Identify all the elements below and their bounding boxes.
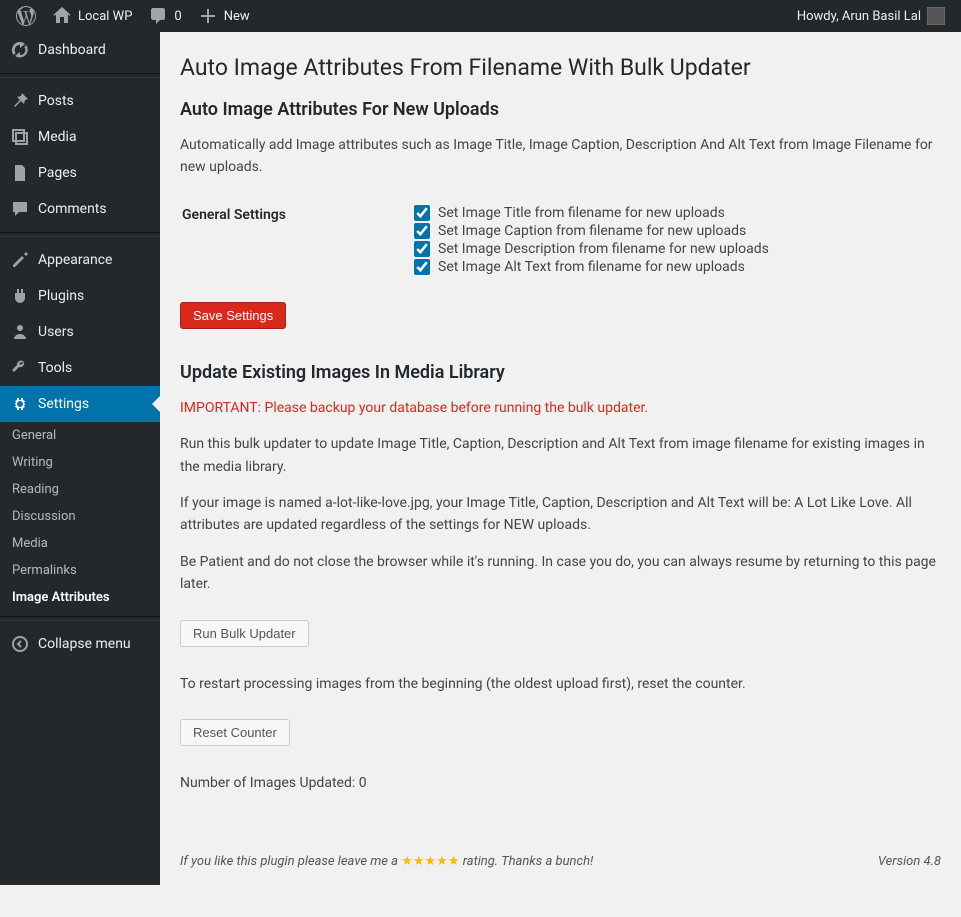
plugin-icon — [10, 286, 30, 306]
general-settings-label: General Settings — [182, 195, 402, 285]
users-icon — [10, 322, 30, 342]
collapse-menu[interactable]: Collapse menu — [0, 626, 160, 662]
comment-icon — [148, 6, 168, 26]
option-title[interactable]: Set Image Title from filename for new up… — [414, 205, 929, 221]
menu-separator — [0, 73, 160, 78]
menu-separator — [0, 232, 160, 237]
settings-icon — [10, 394, 30, 414]
general-settings-table: General Settings Set Image Title from fi… — [180, 193, 941, 287]
menu-users[interactable]: Users — [0, 314, 160, 350]
home-icon — [52, 6, 72, 26]
site-name: Local WP — [78, 9, 132, 24]
checkbox-description[interactable] — [414, 241, 430, 257]
reset-desc: To restart processing images from the be… — [180, 673, 941, 695]
wordpress-icon — [16, 6, 36, 26]
sub-permalinks[interactable]: Permalinks — [0, 557, 160, 584]
save-settings-button[interactable]: Save Settings — [180, 302, 286, 329]
menu-dashboard[interactable]: Dashboard — [0, 32, 160, 68]
tools-icon — [10, 358, 30, 378]
comments-icon — [10, 199, 30, 219]
admin-toolbar: Local WP 0 New Howdy, Arun Basil Lal — [0, 0, 961, 32]
footer-thanks: If you like this plugin please leave me … — [180, 854, 593, 869]
collapse-icon — [10, 634, 30, 654]
sub-discussion[interactable]: Discussion — [0, 503, 160, 530]
avatar-icon — [927, 7, 945, 25]
section-bulk-title: Update Existing Images In Media Library — [180, 362, 941, 383]
pin-icon — [10, 91, 30, 111]
footer-version: Version 4.8 — [878, 854, 941, 869]
reset-counter-button[interactable]: Reset Counter — [180, 719, 290, 746]
pages-icon — [10, 163, 30, 183]
site-name-link[interactable]: Local WP — [44, 0, 140, 32]
checkbox-alt-text[interactable] — [414, 259, 430, 275]
sub-image-attributes[interactable]: Image Attributes — [0, 584, 160, 611]
sub-general[interactable]: General — [0, 422, 160, 449]
sub-media[interactable]: Media — [0, 530, 160, 557]
sub-reading[interactable]: Reading — [0, 476, 160, 503]
new-label: New — [224, 9, 250, 24]
menu-tools[interactable]: Tools — [0, 350, 160, 386]
comments-count: 0 — [174, 9, 181, 24]
menu-comments[interactable]: Comments — [0, 191, 160, 227]
my-account-link[interactable]: Howdy, Arun Basil Lal — [789, 0, 953, 32]
menu-appearance[interactable]: Appearance — [0, 242, 160, 278]
main-content: Auto Image Attributes From Filename With… — [160, 32, 961, 885]
media-icon — [10, 127, 30, 147]
menu-separator — [0, 616, 160, 621]
bulk-desc-2: If your image is named a-lot-like-love.j… — [180, 492, 941, 537]
menu-settings[interactable]: Settings — [0, 386, 160, 422]
option-description[interactable]: Set Image Description from filename for … — [414, 241, 929, 257]
checkbox-title[interactable] — [414, 205, 430, 221]
admin-sidebar: Dashboard Posts Media Pages Comments App… — [0, 32, 160, 885]
new-content-link[interactable]: New — [190, 0, 258, 32]
menu-posts[interactable]: Posts — [0, 83, 160, 119]
stars-icon: ★★★★★ — [401, 854, 459, 869]
option-alt-text[interactable]: Set Image Alt Text from filename for new… — [414, 259, 929, 275]
rating-link[interactable]: ★★★★★ — [401, 854, 459, 869]
section-new-uploads-desc: Automatically add Image attributes such … — [180, 134, 941, 179]
appearance-icon — [10, 250, 30, 270]
menu-media[interactable]: Media — [0, 119, 160, 155]
plus-icon — [198, 6, 218, 26]
page-title: Auto Image Attributes From Filename With… — [180, 54, 941, 81]
menu-pages[interactable]: Pages — [0, 155, 160, 191]
images-updated-count: Number of Images Updated: 0 — [180, 772, 941, 794]
wp-logo[interactable] — [8, 0, 44, 32]
bulk-desc-1: Run this bulk updater to update Image Ti… — [180, 433, 941, 478]
sub-writing[interactable]: Writing — [0, 449, 160, 476]
howdy-text: Howdy, Arun Basil Lal — [797, 9, 921, 24]
comments-link[interactable]: 0 — [140, 0, 189, 32]
run-bulk-updater-button[interactable]: Run Bulk Updater — [180, 620, 309, 647]
option-caption[interactable]: Set Image Caption from filename for new … — [414, 223, 929, 239]
backup-warning: IMPORTANT: Please backup your database b… — [180, 397, 941, 419]
dashboard-icon — [10, 40, 30, 60]
section-new-uploads-title: Auto Image Attributes For New Uploads — [180, 99, 941, 120]
checkbox-caption[interactable] — [414, 223, 430, 239]
bulk-desc-3: Be Patient and do not close the browser … — [180, 551, 941, 596]
menu-plugins[interactable]: Plugins — [0, 278, 160, 314]
page-footer: If you like this plugin please leave me … — [180, 854, 941, 869]
